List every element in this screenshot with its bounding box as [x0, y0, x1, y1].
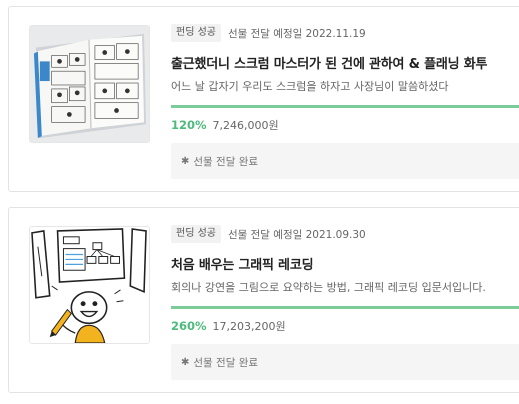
open-book-comic-image — [30, 26, 149, 142]
project-thumbnail[interactable] — [29, 25, 150, 143]
funding-status-badge: 펀딩 성공 — [171, 24, 221, 42]
funding-progress-bar — [171, 105, 519, 108]
asterisk-icon: ✱ — [181, 155, 190, 167]
funding-amount: 17,203,200원 — [212, 320, 286, 333]
reward-status-box: ✱ 선물 전달 완료 — [171, 344, 519, 380]
project-description: 회의나 강연을 그림으로 요약하는 방법, 그래픽 레코딩 입문서입니다. — [171, 281, 486, 294]
funding-progress-bar — [171, 306, 519, 309]
project-title[interactable]: 처음 배우는 그래픽 레코딩 — [171, 254, 519, 273]
delivery-date: 선물 전달 예정일 2021.09.30 — [227, 228, 366, 241]
reward-status-text: 선물 전달 완료 — [193, 155, 259, 168]
funding-progress-fill — [171, 306, 519, 309]
delivery-date: 선물 전달 예정일 2022.11.19 — [227, 27, 366, 40]
project-title[interactable]: 출근했더니 스크럼 마스터가 된 건에 관하여 & 플래닝 화투 — [171, 53, 519, 72]
project-thumbnail[interactable] — [29, 226, 150, 344]
funding-amount: 7,246,000원 — [212, 119, 279, 132]
funding-percent: 120% — [171, 118, 207, 132]
project-card[interactable]: 펀딩 성공 선물 전달 예정일 2022.11.19 출근했더니 스크럼 마스터… — [8, 6, 519, 192]
asterisk-icon: ✱ — [181, 356, 190, 368]
funding-status-badge: 펀딩 성공 — [171, 225, 221, 243]
reward-status-text: 선물 전달 완료 — [193, 356, 259, 369]
reward-status-box: ✱ 선물 전달 완료 — [171, 143, 519, 179]
funding-progress-fill — [171, 105, 519, 108]
project-card[interactable]: 펀딩 성공 선물 전달 예정일 2021.09.30 처음 배우는 그래픽 레코… — [8, 207, 519, 393]
project-description: 어느 날 갑자기 우리도 스크럼을 하자고 사장님이 말씀하셨다 — [171, 80, 449, 93]
funding-percent: 260% — [171, 319, 207, 333]
graphic-recording-doodle-image — [30, 227, 149, 343]
